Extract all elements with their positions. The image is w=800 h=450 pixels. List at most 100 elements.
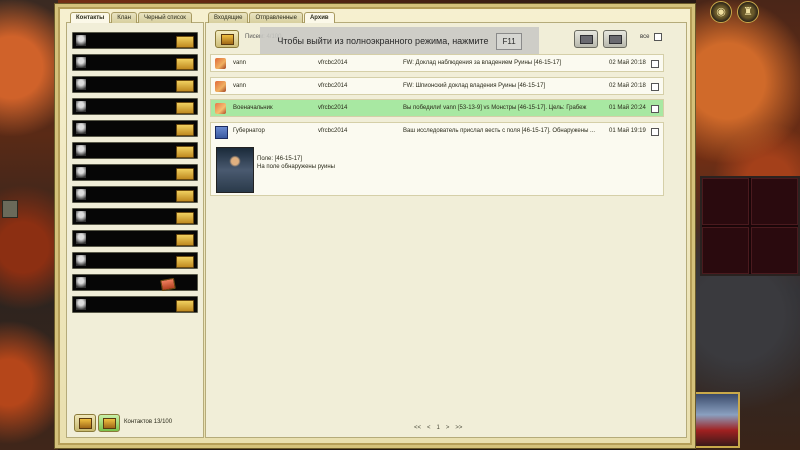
mail-icon[interactable] xyxy=(176,58,194,70)
last-page-button[interactable]: >> xyxy=(455,425,462,431)
contact-item[interactable] xyxy=(72,230,198,247)
fullscreen-notice: Чтобы выйти из полноэкранного режима, на… xyxy=(260,27,539,55)
message-body-line: На поле обнаружены руины xyxy=(257,164,335,170)
contact-item[interactable] xyxy=(72,120,198,137)
fullscreen-key: F11 xyxy=(496,32,522,50)
message-date: 02 Май 20:18 xyxy=(609,83,646,89)
tab-contacts[interactable]: Контакты xyxy=(70,12,111,23)
message-to: vfrcbc2014 xyxy=(318,105,348,111)
castle-icon[interactable]: ♜ xyxy=(737,1,759,23)
mail-icon[interactable] xyxy=(176,212,194,224)
scroll-icon xyxy=(215,81,226,92)
explorer-portrait xyxy=(216,147,254,193)
compass-icon[interactable]: ◉ xyxy=(710,1,732,23)
message-to: vfrcbc2014 xyxy=(318,128,348,134)
avatar xyxy=(76,277,86,288)
mail-icon[interactable] xyxy=(176,300,194,312)
contact-item[interactable] xyxy=(72,296,198,313)
mail-icon[interactable] xyxy=(176,168,194,180)
write-all-button[interactable] xyxy=(98,414,120,432)
mail-icon[interactable] xyxy=(176,102,194,114)
message-subject: Ваш исследователь прислал весть с поля [… xyxy=(403,128,596,134)
tab-archive[interactable]: Архив xyxy=(303,12,335,23)
message-row-highlighted[interactable]: Военачальник vfrcbc2014 Вы победили! van… xyxy=(210,99,664,117)
message-checkbox[interactable] xyxy=(651,83,659,91)
avatar xyxy=(76,123,86,134)
tab-clan[interactable]: Клан xyxy=(111,12,137,23)
contact-item[interactable] xyxy=(72,98,198,115)
message-subject: FW: Доклад наблюдения за владением Руины… xyxy=(403,60,562,66)
first-page-button[interactable]: << xyxy=(414,425,421,431)
message-body-text: Поле: [46-15-17] На поле обнаружены руин… xyxy=(257,155,335,171)
side-icon[interactable] xyxy=(2,200,18,218)
compose-button[interactable] xyxy=(215,30,239,48)
game-background-left xyxy=(0,0,58,450)
message-checkbox[interactable] xyxy=(651,105,659,113)
message-date: 01 Май 20:24 xyxy=(609,105,646,111)
message-from: vann xyxy=(233,83,247,89)
hero-portrait[interactable] xyxy=(694,392,740,448)
message-body: Поле: [46-15-17] На поле обнаружены руин… xyxy=(210,139,664,196)
message-to: vfrcbc2014 xyxy=(318,83,348,89)
contact-item[interactable] xyxy=(72,54,198,71)
message-subject: FW: Шпионский доклад владения Руины [46-… xyxy=(403,83,546,89)
mail-icon[interactable] xyxy=(176,124,194,136)
message-body-line: Поле: [46-15-17] xyxy=(257,156,303,162)
message-row[interactable]: vann vfrcbc2014 FW: Шпионский доклад вла… xyxy=(210,77,664,95)
mail-icon[interactable] xyxy=(176,256,194,268)
avatar xyxy=(76,255,86,266)
message-to: vfrcbc2014 xyxy=(318,60,348,66)
contact-item[interactable] xyxy=(72,76,198,93)
contact-item[interactable] xyxy=(72,274,198,292)
mail-tabs: Входящие Отправленные Архив xyxy=(208,12,335,23)
contact-item[interactable] xyxy=(72,252,198,269)
mail-icon[interactable] xyxy=(176,234,194,246)
avatar xyxy=(76,233,86,244)
message-from: Губернатор xyxy=(233,128,265,134)
contact-item[interactable] xyxy=(72,208,198,225)
slot[interactable] xyxy=(751,178,798,225)
message-checkbox[interactable] xyxy=(651,60,659,68)
slot[interactable] xyxy=(751,227,798,274)
contacts-count: Контактов 13/100 xyxy=(124,419,173,425)
tab-sent[interactable]: Отправленные xyxy=(249,12,303,23)
avatar xyxy=(76,299,86,310)
avatar xyxy=(76,145,86,156)
contact-item[interactable] xyxy=(72,186,198,203)
tab-blacklist[interactable]: Черный список xyxy=(137,12,192,23)
slot[interactable] xyxy=(702,227,749,274)
contacts-tabs: Контакты Клан Черный список xyxy=(70,12,192,23)
message-subject: Вы победили! vann [53-13-9] vs Монстры [… xyxy=(403,105,587,111)
archive-button[interactable] xyxy=(574,30,598,48)
delete-button[interactable] xyxy=(603,30,627,48)
contact-item[interactable] xyxy=(72,142,198,159)
mail-icon[interactable] xyxy=(176,146,194,158)
mail-icon[interactable] xyxy=(176,80,194,92)
mail-icon[interactable] xyxy=(176,190,194,202)
avatar xyxy=(76,189,86,200)
avatar xyxy=(76,79,86,90)
add-contact-button[interactable] xyxy=(74,414,96,432)
message-row[interactable]: vann vfrcbc2014 FW: Доклад наблюдения за… xyxy=(210,54,664,72)
contact-item[interactable] xyxy=(72,32,198,49)
page-number[interactable]: 1 xyxy=(437,425,440,431)
avatar xyxy=(76,101,86,112)
trash-icon xyxy=(609,35,622,44)
contact-item[interactable] xyxy=(72,164,198,181)
next-page-button[interactable]: > xyxy=(446,425,450,431)
add-contact-icon xyxy=(79,418,92,429)
avatar xyxy=(76,35,86,46)
message-from: Военачальник xyxy=(233,105,273,111)
select-all-checkbox[interactable] xyxy=(654,33,662,41)
flag-icon xyxy=(215,126,228,139)
contact-list xyxy=(72,32,198,318)
tab-inbox[interactable]: Входящие xyxy=(208,12,249,23)
prev-page-button[interactable]: < xyxy=(427,425,431,431)
message-row-expanded[interactable]: Губернатор vfrcbc2014 Ваш исследователь … xyxy=(210,122,664,140)
scroll-icon xyxy=(215,58,226,69)
unread-mail-icon[interactable] xyxy=(160,277,176,292)
message-checkbox[interactable] xyxy=(651,128,659,136)
mail-icon[interactable] xyxy=(176,36,194,48)
slot-grid xyxy=(700,176,800,276)
slot[interactable] xyxy=(702,178,749,225)
